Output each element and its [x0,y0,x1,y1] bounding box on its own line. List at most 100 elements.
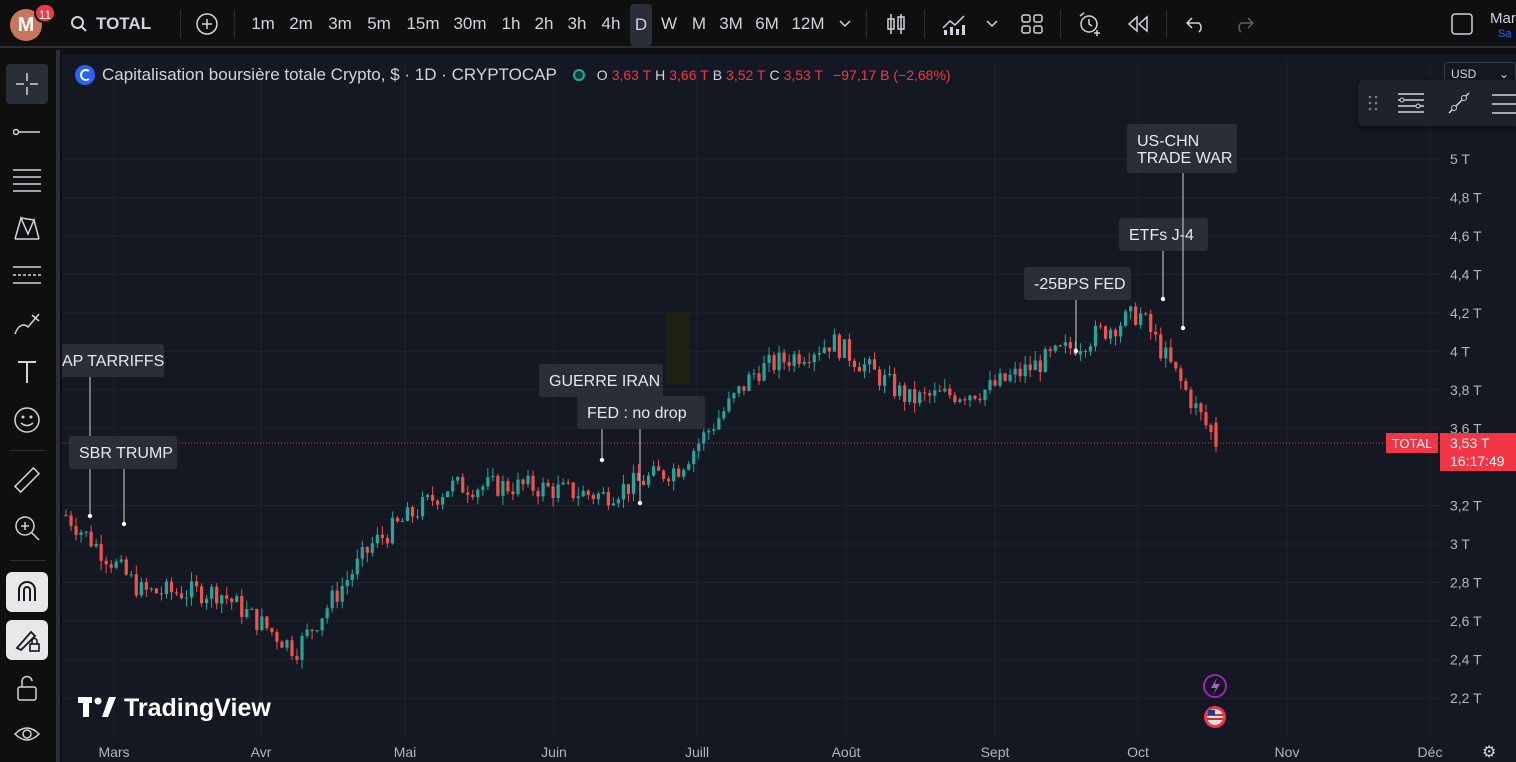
price-chart[interactable]: AP TARRIFFS SBR TRUMP GUERRE IRAN FED : no … [62,54,1516,762]
crosshair-tool[interactable] [6,64,48,104]
timeframe-1h[interactable]: 1h [496,6,526,42]
lock-drawings-button[interactable] [6,668,48,708]
candle-body [270,628,274,632]
time-axis[interactable]: Mars Avr Mai Juin Juill Août Sept Oct Nov Déc [98,744,1442,760]
candle-body [1063,342,1067,346]
chart-pane[interactable]: AP TARRIFFS SBR TRUMP GUERRE IRAN FED : no … [62,54,1516,762]
candle-body [817,352,821,355]
timeframe-3m[interactable]: 3m [322,6,358,42]
timeframe-30m[interactable]: 30m [448,6,492,42]
text-tool[interactable] [6,352,48,392]
plus-circle-icon [196,13,218,35]
timeframe-6month[interactable]: 6M [751,6,783,42]
candle-body [1088,346,1093,352]
candle-body [762,363,766,381]
candle-body [159,593,164,595]
fib-lines-icon[interactable] [1396,90,1426,116]
symbol-name: TOTAL [96,14,152,33]
measure-tool[interactable] [6,460,48,500]
candle-body [129,574,133,576]
candle-body [656,466,661,471]
timeframe-d[interactable]: D [630,4,652,46]
price-tick-label: 4,2 T [1450,305,1482,321]
chart-legend[interactable]: Capitalisation boursière totale Crypto, … [74,64,951,86]
crosshair-icon [16,73,38,95]
candle-body [606,491,610,506]
zoom-tool[interactable] [6,508,48,548]
candle-body [842,339,846,359]
redo-button[interactable] [1228,0,1260,48]
undo-button[interactable] [1180,0,1212,48]
pattern-tool[interactable] [6,208,48,248]
timeframe-month[interactable]: M [686,6,712,42]
timeframe-12month[interactable]: 12M [787,6,829,42]
brush-tool[interactable] [6,304,48,344]
candle-body [496,475,500,496]
candle-body [169,581,174,593]
candle-style-button[interactable] [880,0,912,48]
indicators-dropdown[interactable] [982,0,1002,48]
candle-body [295,655,299,660]
candle-body [1093,325,1098,347]
alert-button[interactable] [1074,0,1106,48]
tradingview-watermark[interactable]: TradingView [78,692,271,724]
trend-line-tool[interactable] [6,112,48,152]
price-tick-label: 2,8 T [1450,575,1482,591]
replay-button[interactable] [1122,0,1154,48]
candle-body [1068,342,1072,349]
trend-line-icon[interactable] [1446,90,1472,116]
candle-body [355,558,359,575]
timeframe-3h[interactable]: 3h [562,6,592,42]
symbol-search-button[interactable]: TOTAL [70,0,170,48]
divider [180,10,181,38]
timeframe-3month[interactable]: 3M [715,6,747,42]
timeframe-2m[interactable]: 2m [284,6,318,42]
candle-body [225,595,229,599]
settings-gear-icon[interactable]: ⚙ [1482,742,1496,761]
time-tick-label: Déc [1418,744,1443,760]
timeframe-dropdown[interactable] [834,0,856,48]
timeframe-5m[interactable]: 5m [362,6,396,42]
callout-guerre-iran-anchor [599,457,605,463]
candle-body [79,532,83,535]
timeframe-w[interactable]: W [656,6,682,42]
crypto-cap-logo-icon [75,65,95,85]
fullscreen-button[interactable] [1448,0,1476,48]
timeframe-4h[interactable]: 4h [596,6,626,42]
timeframe-2h[interactable]: 2h [529,6,559,42]
candle-body [1008,374,1012,381]
candle-body [872,359,877,370]
candle-body [114,561,118,568]
candle-body [491,475,495,478]
drag-handle-icon[interactable] [1368,94,1378,112]
rewind-icon [1127,15,1148,33]
candle-body [978,398,982,401]
timeframe-15m[interactable]: 15m [401,6,445,42]
candle-body [350,574,354,581]
hide-drawings-button[interactable] [6,714,48,754]
candle-body [1048,349,1052,352]
candle-body [1103,326,1108,339]
layouts-button[interactable] [1016,0,1048,48]
forecast-tool[interactable] [6,256,48,296]
emoji-tool[interactable] [6,400,48,440]
candle-body [290,640,294,656]
magnet-mode-button[interactable] [6,572,48,612]
candle-body [1078,351,1083,355]
user-menu-label[interactable]: Mar [1490,10,1516,27]
candle-body [591,494,595,500]
candle-body [993,380,997,386]
timeframe-1m[interactable]: 1m [246,6,280,42]
candle-body [646,475,651,485]
compare-add-button[interactable] [190,0,224,48]
drawing-lock-mode-button[interactable] [6,620,48,660]
divider [1166,10,1167,38]
candle-body [521,479,525,485]
menu-lines-icon[interactable] [1490,92,1516,116]
candle-body [425,495,430,498]
indicators-button[interactable] [938,0,970,48]
candle-body [395,517,400,522]
price-axis[interactable]: 5 T4,8 T4,6 T4,4 T4,2 T4 T3,8 T3,6 T3,2 … [1450,151,1482,706]
fib-tool[interactable] [6,160,48,200]
candle-body [948,388,952,396]
